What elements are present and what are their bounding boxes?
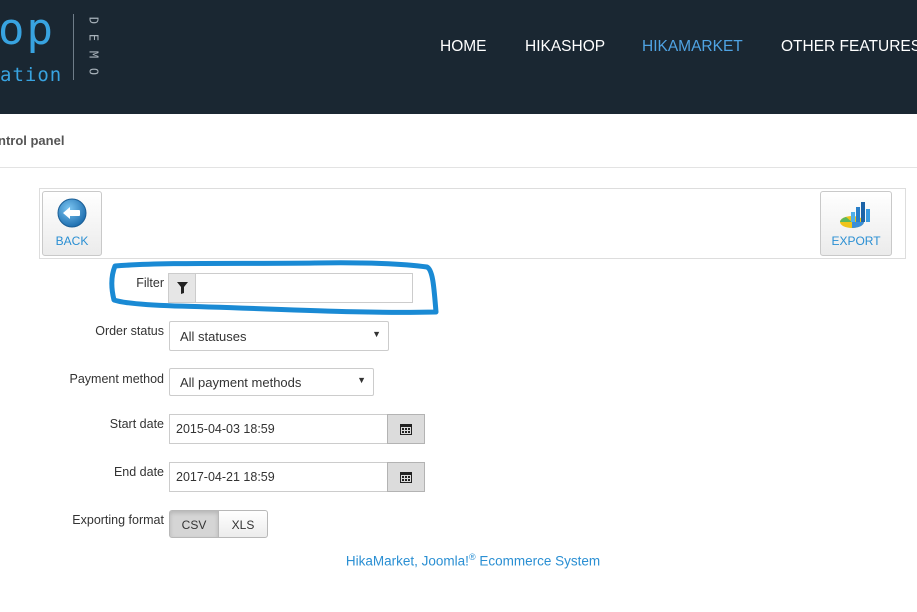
start-date-label: Start date (109, 417, 164, 431)
nav-home[interactable]: HOME (440, 38, 487, 56)
back-button[interactable]: BACK (42, 191, 102, 256)
exporting-format-toggle: CSV XLS (169, 510, 268, 538)
start-date-input[interactable]: 2015-04-03 18:59 (169, 414, 388, 444)
payment-method-label: Payment method (69, 372, 165, 386)
footer-text: HikaMarket, Joomla! (345, 553, 469, 569)
export-button-label: EXPORT (831, 234, 881, 248)
nav-other-features[interactable]: OTHER FEATURES (781, 38, 917, 56)
site-logo-sub: ation (0, 64, 63, 86)
format-xls-button[interactable]: XLS (218, 510, 268, 538)
start-date-field: 2015-04-03 18:59 (169, 414, 425, 444)
export-chart-icon (840, 202, 870, 228)
start-date-picker-button[interactable] (387, 414, 425, 444)
toolbar: BACK EXPORT (39, 188, 906, 259)
logo-demo-letter: D (86, 16, 101, 25)
nav-hikamarket[interactable]: HIKAMARKET (642, 38, 743, 56)
order-status-label: Order status (95, 324, 164, 338)
back-arrow-icon (57, 198, 87, 228)
nav-hikashop[interactable]: HIKASHOP (525, 38, 605, 56)
breadcrumb-bar: ntrol panel (0, 114, 917, 168)
back-button-label: BACK (55, 234, 89, 248)
site-header: op ation DEMO HOME HIKASHOP HIKAMARKET O… (0, 0, 917, 114)
calendar-icon (400, 424, 412, 435)
logo-demo-letter: O (86, 67, 101, 76)
exporting-format-label: Exporting format (72, 513, 164, 527)
format-csv-button[interactable]: CSV (169, 510, 219, 538)
footer-link[interactable]: HikaMarket, Joomla!® Ecommerce System (0, 552, 917, 569)
end-date-field: 2017-04-21 18:59 (169, 462, 425, 492)
export-button[interactable]: EXPORT (820, 191, 892, 256)
chevron-down-icon: ▼ (357, 375, 366, 385)
chevron-down-icon: ▼ (372, 329, 381, 339)
payment-method-value: All payment methods (180, 375, 302, 390)
main-nav: HOME HIKASHOP HIKAMARKET OTHER FEATURES (0, 38, 917, 60)
end-date-picker-button[interactable] (387, 462, 425, 492)
registered-mark: ® (468, 552, 476, 562)
order-status-value: All statuses (180, 329, 247, 344)
highlight-annotation (109, 260, 439, 315)
calendar-icon (400, 472, 412, 483)
breadcrumb[interactable]: ntrol panel (0, 133, 64, 148)
footer-text-2: Ecommerce System (475, 553, 601, 569)
order-status-select[interactable]: All statuses ▼ (169, 321, 389, 351)
payment-method-select[interactable]: All payment methods ▼ (169, 368, 374, 396)
end-date-input[interactable]: 2017-04-21 18:59 (169, 462, 388, 492)
end-date-label: End date (113, 465, 164, 479)
